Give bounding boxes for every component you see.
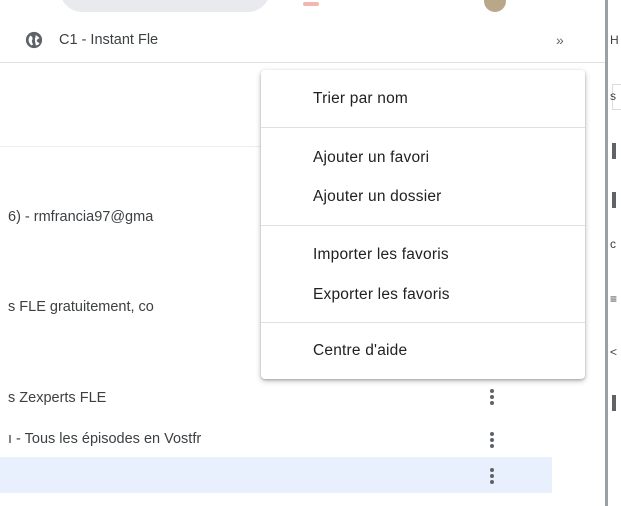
list-item[interactable]: ı - Tous les épisodes en Vostfr: [8, 431, 201, 447]
menu-item-label: Trier par nom: [313, 90, 409, 107]
more-vert-icon[interactable]: [486, 430, 498, 452]
side-panel-text: s: [610, 89, 616, 103]
list-item[interactable]: 6) - rmfrancia97@gma: [8, 209, 153, 225]
side-panel-text: ≡: [610, 292, 618, 306]
menu-item-label: Centre d'aide: [313, 342, 408, 359]
bookmarks-context-menu: Trier par nom Ajouter un favori Ajouter …: [261, 70, 585, 379]
bookmarks-overflow-button[interactable]: »: [556, 32, 564, 48]
bookmark-c1-instant-fle[interactable]: C1 - Instant Fle: [25, 28, 158, 52]
side-panel-text: c: [610, 237, 616, 251]
list-item[interactable]: s Zexperts FLE: [8, 390, 106, 406]
menu-item-label: Ajouter un favori: [313, 149, 430, 166]
bookmark-label: C1 - Instant Fle: [59, 32, 159, 48]
side-panel-bar: [612, 192, 616, 208]
side-panel-bar: [612, 143, 616, 159]
list-item-selected[interactable]: [0, 457, 552, 493]
active-tab[interactable]: [60, 0, 270, 12]
menu-item-add-bookmark[interactable]: Ajouter un favori: [261, 141, 585, 175]
menu-item-label: Exporter les favoris: [313, 286, 450, 303]
menu-separator: [261, 225, 585, 226]
side-panel-bar: [612, 395, 616, 411]
more-vert-icon[interactable]: [486, 466, 498, 488]
side-panel-text: H: [610, 33, 619, 47]
more-vert-icon[interactable]: [486, 387, 498, 409]
side-panel-text: <: [610, 345, 618, 359]
list-item[interactable]: s FLE gratuitement, co: [8, 299, 154, 315]
bookmarks-bar: C1 - Instant Fle »: [0, 14, 605, 63]
globe-icon: [25, 31, 43, 49]
menu-separator: [261, 322, 585, 323]
tab-indicator: [303, 2, 319, 6]
menu-separator: [261, 127, 585, 128]
side-panel: [608, 0, 621, 506]
menu-item-import-bookmarks[interactable]: Importer les favoris: [261, 238, 585, 272]
menu-item-export-bookmarks[interactable]: Exporter les favoris: [261, 278, 585, 312]
menu-item-add-folder[interactable]: Ajouter un dossier: [261, 180, 585, 214]
menu-item-help-center[interactable]: Centre d'aide: [261, 334, 585, 368]
menu-item-label: Importer les favoris: [313, 246, 449, 263]
menu-item-sort-by-name[interactable]: Trier par nom: [261, 82, 585, 116]
menu-item-label: Ajouter un dossier: [313, 188, 442, 205]
